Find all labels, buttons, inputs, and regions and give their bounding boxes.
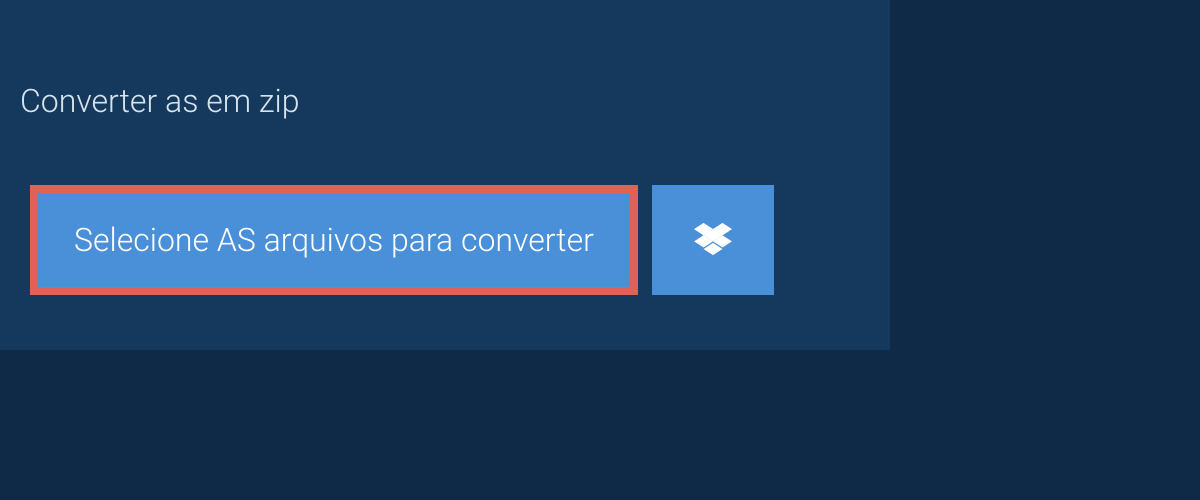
select-files-button[interactable]: Selecione AS arquivos para converter (30, 185, 638, 295)
converter-panel: Converter as em zip Selecione AS arquivo… (0, 0, 890, 350)
select-files-label: Selecione AS arquivos para converter (74, 221, 594, 259)
tab-converter[interactable]: Converter as em zip (0, 62, 329, 140)
tab-label: Converter as em zip (20, 82, 299, 120)
dropbox-icon (694, 223, 732, 257)
file-select-row: Selecione AS arquivos para converter (30, 185, 774, 295)
dropbox-button[interactable] (652, 185, 774, 295)
